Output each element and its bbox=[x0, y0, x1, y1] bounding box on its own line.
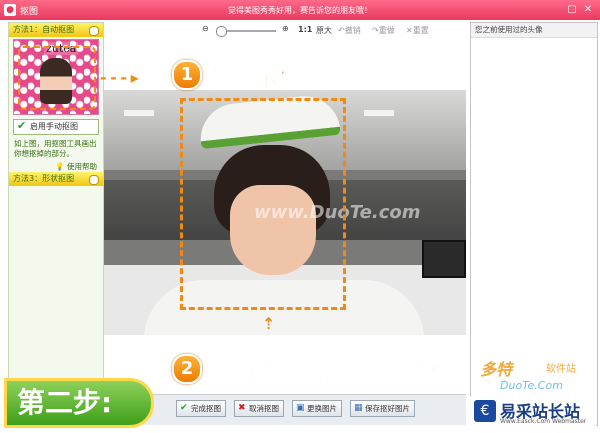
manual-cutout-button[interactable]: ✔ 启用手动抠图 bbox=[13, 119, 99, 135]
action-bar: ✔ 完成抠图 ✖ 取消抠图 ▣ 更换图片 ▦ 保存抠好图片 bbox=[104, 394, 466, 425]
zoom-out-icon[interactable]: ⊖ bbox=[202, 24, 209, 33]
check-icon: ✔ bbox=[17, 119, 27, 132]
easck-logo-sub: Www.Easck.Com Webmaster bbox=[500, 418, 587, 425]
ceiling-light bbox=[124, 110, 154, 116]
maximize-button[interactable]: ▢ bbox=[566, 4, 578, 16]
duote-watermark: 多特 bbox=[480, 360, 513, 379]
slogan-link[interactable]: 觉得美图秀秀好用，赛告诉您的朋友哦！ bbox=[0, 5, 600, 16]
check-icon: ✔ bbox=[180, 403, 188, 413]
head-selection-frame[interactable] bbox=[180, 98, 346, 310]
title-bar: ● 抠图 觉得美图秀秀好用，赛告诉您的朋友哦！ ▢ ✕ bbox=[0, 0, 600, 20]
step1-text: 参照示例图 bbox=[203, 63, 330, 93]
step-two-banner: 第二步: bbox=[4, 378, 154, 428]
method3-header[interactable]: 方法3：形状抠图 bbox=[9, 172, 103, 186]
manual-cutout-label: 启用手动抠图 bbox=[30, 122, 78, 131]
step2-badge: 2 bbox=[172, 354, 202, 384]
edit-toolbar: ⊖ ⊕ 1:1 原大 ↶撤销 ↷重做 ✕重置 bbox=[104, 22, 466, 40]
save-icon: ▦ bbox=[354, 403, 363, 413]
cancel-cutout-button[interactable]: ✖ 取消抠图 bbox=[234, 400, 284, 417]
photo-canvas[interactable]: www.DuoTe.com bbox=[104, 90, 466, 335]
undo-button[interactable]: ↶撤销 bbox=[338, 25, 361, 36]
cancel-cutout-label: 取消抠图 bbox=[249, 404, 279, 413]
cross-icon: ✖ bbox=[238, 403, 246, 413]
collapse-icon[interactable] bbox=[89, 26, 99, 36]
duote-soft-watermark: 软件站 bbox=[546, 364, 576, 375]
reset-button[interactable]: ✕重置 bbox=[406, 25, 429, 36]
up-arrow: ⇡ bbox=[262, 314, 276, 333]
example-selection-frame bbox=[18, 46, 96, 110]
help-link[interactable]: 💡 使用帮助 bbox=[9, 161, 103, 172]
history-header: 您之前使用过的头像 bbox=[471, 23, 597, 38]
zoom-slider-knob[interactable] bbox=[216, 26, 227, 37]
finish-cutout-button[interactable]: ✔ 完成抠图 bbox=[176, 400, 226, 417]
easck-logo-icon: € bbox=[474, 400, 496, 422]
change-image-button[interactable]: ▣ 更换图片 bbox=[292, 400, 342, 417]
step2-text: 顺着头部轮廓抠取头像 bbox=[205, 357, 457, 387]
monitor bbox=[422, 240, 466, 278]
change-image-label: 更换图片 bbox=[307, 404, 337, 413]
close-button[interactable]: ✕ bbox=[582, 4, 594, 16]
step1-badge: 1 bbox=[172, 60, 202, 90]
bulb-icon: 💡 bbox=[55, 162, 65, 171]
original-size-label[interactable]: 原大 bbox=[316, 25, 332, 36]
image-icon: ▣ bbox=[296, 403, 305, 413]
save-cutout-button[interactable]: ▦ 保存抠好图片 bbox=[350, 400, 415, 417]
ceiling-light bbox=[364, 110, 394, 116]
easck-logo: € 易采站长站 Www.Easck.Com Webmaster bbox=[470, 396, 596, 430]
pointer-arrow: - - - ▸ bbox=[100, 68, 139, 87]
save-cutout-label: 保存抠好图片 bbox=[365, 404, 410, 413]
duote-url-watermark: DuoTe.Com bbox=[500, 379, 563, 392]
finish-cutout-label: 完成抠图 bbox=[191, 404, 221, 413]
method1-label: 方法1：自动抠图 bbox=[13, 25, 75, 34]
zoom-in-icon[interactable]: ⊕ bbox=[282, 24, 289, 33]
example-image: zutea bbox=[13, 39, 99, 115]
actual-size-button[interactable]: 1:1 bbox=[298, 25, 312, 34]
method-sidebar: 方法1：自动抠图 zutea ✔ 启用手动抠图 如上图，用抠图工具画出你想抠掉的… bbox=[8, 22, 104, 426]
redo-button[interactable]: ↷重做 bbox=[372, 25, 395, 36]
method3-label: 方法3：形状抠图 bbox=[13, 174, 75, 183]
method1-header[interactable]: 方法1：自动抠图 bbox=[9, 23, 103, 37]
tip-text: 如上图，用抠图工具画出你想抠掉的部分。 bbox=[14, 139, 97, 158]
expand-icon[interactable] bbox=[89, 175, 99, 185]
help-label: 使用帮助 bbox=[67, 162, 97, 171]
